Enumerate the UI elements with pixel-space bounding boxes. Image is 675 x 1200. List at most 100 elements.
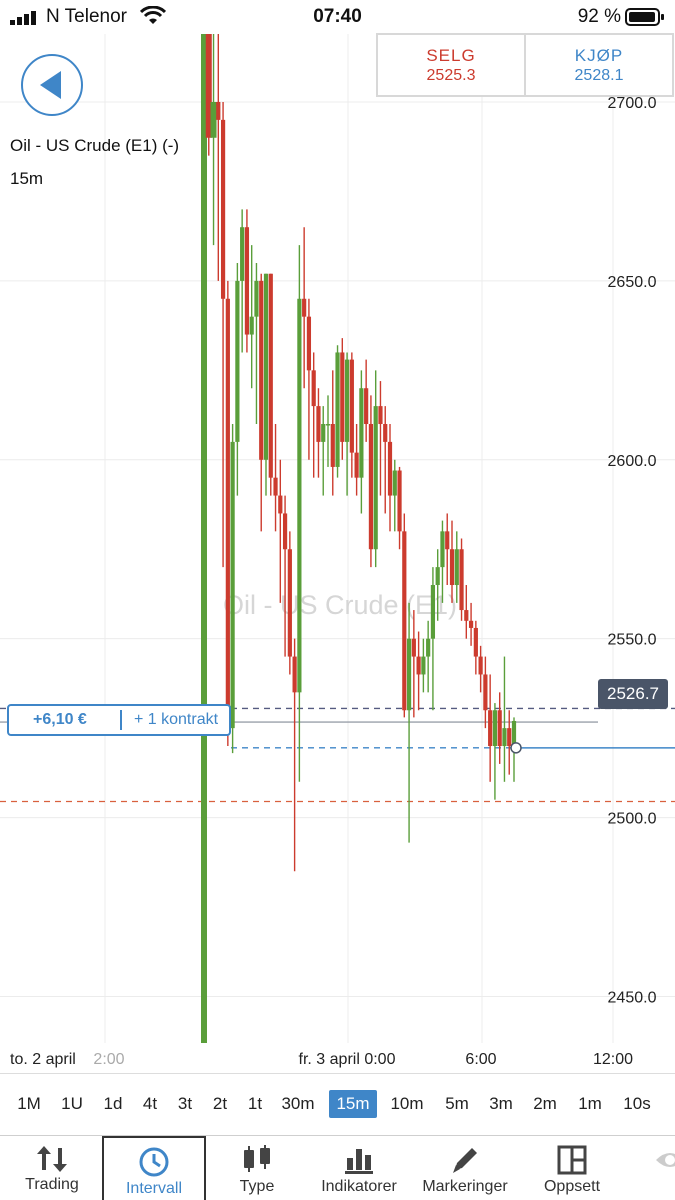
y-tick-label: 2550.0 (608, 632, 657, 649)
tab-type[interactable]: Type (206, 1136, 308, 1200)
candle (387, 424, 393, 532)
candle (502, 656, 507, 782)
candle-body (230, 441, 235, 729)
swap-arrows-icon (37, 1146, 67, 1172)
candle-body (468, 620, 474, 628)
candle-body (244, 227, 250, 335)
candle (235, 262, 240, 496)
layout-icon (557, 1145, 587, 1175)
interval-option-4t[interactable]: 4t (135, 1090, 165, 1118)
candle-body (383, 424, 388, 442)
tab-indicators[interactable]: Indikatorer (308, 1136, 410, 1200)
candle (430, 567, 436, 711)
interval-option-30m[interactable]: 30m (277, 1090, 319, 1118)
candle (483, 656, 488, 729)
tab-markings[interactable]: Markeringer (410, 1136, 520, 1200)
interval-option-3t[interactable]: 3t (170, 1090, 200, 1118)
y-tick-label: 2650.0 (608, 274, 657, 291)
interval-option-10m[interactable]: 10m (386, 1090, 428, 1118)
interval-option-1m[interactable]: 1M (12, 1090, 46, 1118)
candle (282, 495, 288, 657)
back-button[interactable] (21, 54, 83, 116)
candle-body (445, 531, 450, 550)
position-quantity: + 1 kontrakt (134, 711, 219, 728)
candle-body (368, 424, 374, 550)
candle (302, 227, 307, 389)
tab-trading[interactable]: Trading (0, 1136, 104, 1200)
candle-body (316, 406, 321, 442)
candle-body (306, 316, 312, 371)
candle-body (397, 470, 402, 532)
candle-body (216, 101, 221, 120)
candle-body (454, 549, 459, 586)
bottom-tab-bar: Trading Intervall Type Indikatorer Marke… (0, 1135, 675, 1200)
back-arrow-icon (40, 71, 61, 99)
candle (411, 610, 416, 718)
candle (402, 513, 407, 718)
clock-icon (139, 1147, 169, 1177)
candle-body (459, 549, 464, 611)
candle (354, 424, 359, 496)
candle-body (325, 424, 331, 426)
interval-option-2t[interactable]: 2t (205, 1090, 235, 1118)
candle-body (435, 567, 440, 586)
interval-option-5m[interactable]: 5m (440, 1090, 474, 1118)
candle (497, 692, 502, 764)
candle-body (406, 638, 412, 711)
candle-body (201, 34, 207, 1043)
bar-chart-icon (345, 1149, 373, 1174)
tab-setup[interactable]: Oppsett (520, 1136, 624, 1200)
interval-label: 15m (10, 169, 44, 188)
candle (225, 280, 230, 747)
candle (492, 703, 498, 800)
candle (468, 602, 474, 646)
tab-view-partial[interactable] (650, 1136, 675, 1200)
candle-body (483, 674, 488, 711)
candle (311, 352, 316, 478)
tab-markings-label: Markeringer (422, 1178, 508, 1195)
candle-body (359, 388, 364, 478)
tab-interval[interactable]: Intervall (102, 1136, 206, 1200)
interval-option-1t[interactable]: 1t (240, 1090, 270, 1118)
candle (364, 359, 369, 442)
candle (287, 531, 292, 675)
y-tick-label: 2450.0 (608, 989, 657, 1006)
candle-body (249, 316, 254, 335)
y-tick-label: 2700.0 (608, 95, 657, 112)
tab-indicators-label: Indikatorer (321, 1178, 397, 1195)
candle (335, 345, 340, 478)
candle-body (430, 585, 436, 639)
candle (220, 101, 226, 568)
candle-body (378, 406, 383, 425)
interval-option-1u[interactable]: 1U (55, 1090, 89, 1118)
price-chart[interactable]: Oil - US Crude (E1) 2700.0 2650.0 2600.0 25… (0, 0, 675, 1073)
buy-button[interactable]: KJØP 2528.1 (524, 35, 672, 95)
candle-body (497, 710, 502, 747)
interval-option-15m[interactable]: 15m (329, 1090, 377, 1118)
sell-label: SELG (426, 46, 476, 65)
candle-body (292, 656, 297, 693)
y-tick-label: 2600.0 (608, 453, 657, 470)
candle (459, 538, 464, 621)
candle-body (488, 710, 493, 747)
candle (464, 585, 469, 639)
sell-button[interactable]: SELG 2525.3 (378, 35, 524, 95)
open-position[interactable]: +6,10 € + 1 kontrakt (7, 704, 231, 736)
interval-option-1d[interactable]: 1d (98, 1090, 128, 1118)
interval-option-1m[interactable]: 1m (573, 1090, 607, 1118)
x-axis: to. 2 april 2:00 fr. 3 april 0:00 6:00 12:00 (10, 1051, 633, 1068)
tab-setup-label: Oppsett (543, 1178, 601, 1195)
candle-body (220, 119, 226, 299)
interval-option-3m[interactable]: 3m (484, 1090, 518, 1118)
candle-body (321, 424, 326, 442)
candle (316, 388, 321, 478)
y-tick-label: 2500.0 (608, 811, 657, 828)
interval-option-2m[interactable]: 2m (528, 1090, 562, 1118)
interval-option-10s[interactable]: 10s (617, 1090, 657, 1118)
candle-body (478, 656, 483, 675)
candle (349, 352, 354, 478)
candle-body (235, 280, 240, 442)
x-tick-label: 12:00 (593, 1051, 633, 1068)
x-tick-label: 2:00 (93, 1051, 124, 1068)
candles-icon (244, 1145, 270, 1172)
